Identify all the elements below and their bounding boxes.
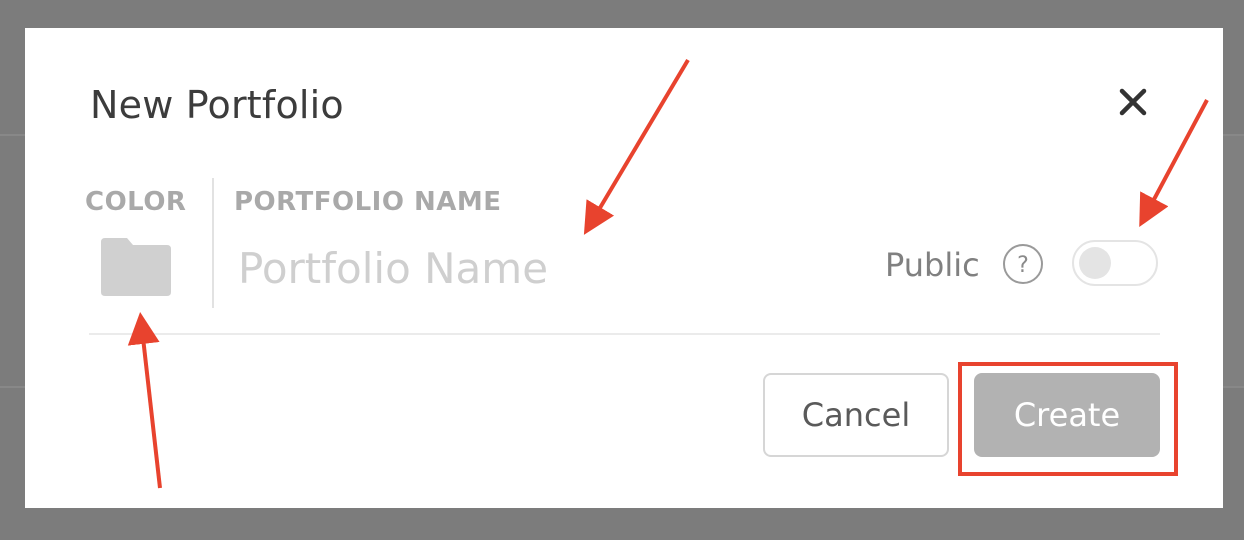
- toggle-knob: [1079, 247, 1111, 279]
- dialog-title: New Portfolio: [90, 83, 344, 127]
- svg-text:?: ?: [1017, 253, 1029, 278]
- portfolio-name-input[interactable]: [234, 236, 798, 300]
- color-picker-button[interactable]: [99, 234, 173, 298]
- question-circle-icon: ?: [1003, 244, 1043, 284]
- public-help-button[interactable]: ?: [1002, 243, 1044, 285]
- folder-icon: [101, 238, 171, 296]
- new-portfolio-dialog: New Portfolio COLOR PORTFOLIO NAME Publi…: [25, 28, 1223, 508]
- close-icon: [1119, 88, 1147, 116]
- color-label: COLOR: [85, 187, 187, 217]
- public-label: Public: [885, 246, 980, 284]
- footer-divider: [89, 333, 1160, 335]
- cancel-button[interactable]: Cancel: [763, 373, 949, 457]
- public-toggle[interactable]: [1072, 240, 1158, 286]
- portfolio-name-label: PORTFOLIO NAME: [234, 187, 502, 217]
- section-divider: [212, 178, 214, 308]
- close-button[interactable]: [1117, 86, 1149, 118]
- create-button[interactable]: Create: [974, 373, 1160, 457]
- portfolio-name-section: PORTFOLIO NAME: [234, 186, 502, 218]
